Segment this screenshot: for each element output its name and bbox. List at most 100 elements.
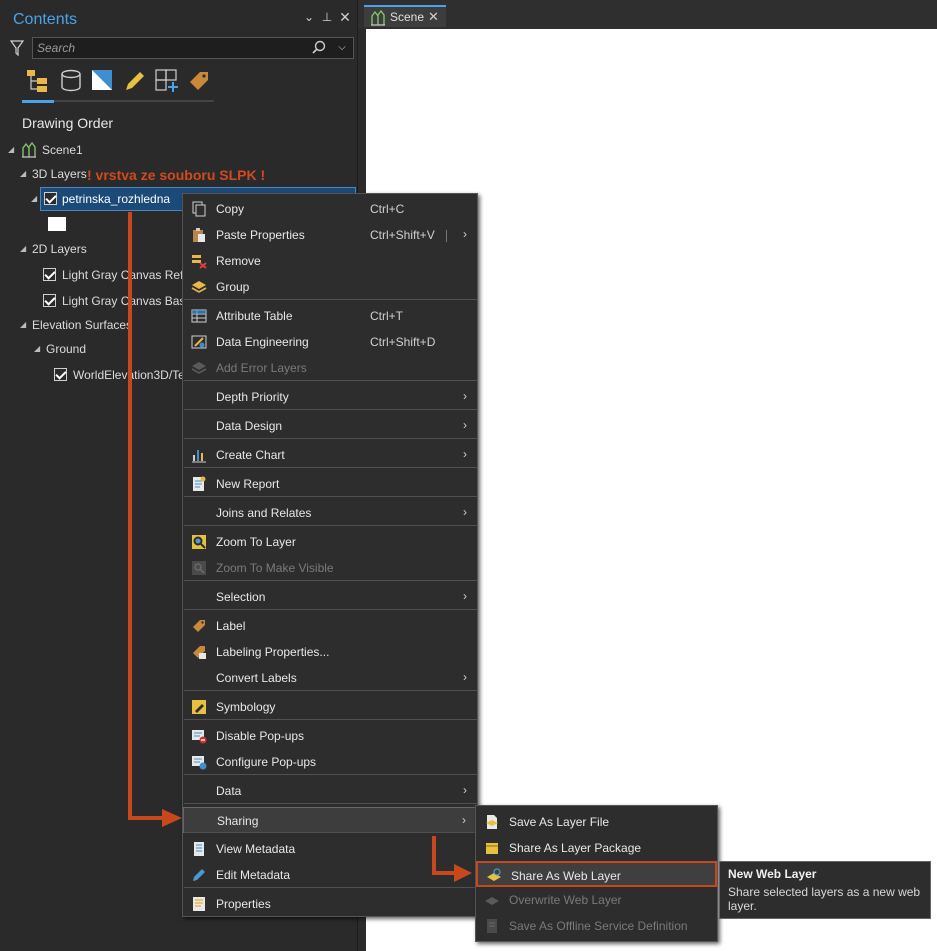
- menu-item-configure-popups[interactable]: Configure Pop-ups: [183, 749, 477, 775]
- menu-item-depth-priority[interactable]: Depth Priority ›: [183, 384, 477, 410]
- menu-item-label[interactable]: Label: [183, 613, 477, 639]
- collapse-caret-icon[interactable]: ◢: [20, 315, 30, 335]
- menu-separator: [184, 380, 478, 381]
- filter-icon[interactable]: [10, 40, 24, 56]
- submenu-chevron-icon: ›: [462, 813, 466, 827]
- drawing-order-heading: Drawing Order: [22, 115, 114, 131]
- pane-options-icon[interactable]: ⌄: [302, 10, 316, 24]
- menu-item-copy[interactable]: Copy Ctrl+C: [183, 196, 477, 222]
- submenu-item-label: Share As Layer Package: [509, 841, 642, 855]
- menu-separator: [184, 803, 478, 804]
- menu-item-label: Selection: [216, 590, 266, 604]
- disable-popups-icon: [192, 730, 207, 744]
- group-2d-label: 2D Layers: [32, 242, 87, 256]
- menu-item-label: Edit Metadata: [216, 868, 291, 882]
- menu-item-new-report[interactable]: New Report: [183, 471, 477, 497]
- menu-item-disable-popups[interactable]: Disable Pop-ups: [183, 723, 477, 749]
- layer-visibility-checkbox[interactable]: [43, 268, 56, 281]
- layer-visibility-checkbox[interactable]: [43, 294, 56, 307]
- submenu-chevron-icon: ›: [463, 389, 467, 403]
- menu-item-label: Data: [216, 784, 242, 798]
- search-options-chevron-icon[interactable]: ⌵: [335, 40, 349, 56]
- annotation-arrow-line: [128, 212, 132, 820]
- tooltip-body: Share selected layers as a new web layer…: [728, 885, 921, 913]
- menu-item-selection[interactable]: Selection ›: [183, 584, 477, 610]
- submenu-chevron-icon: ›: [463, 589, 467, 603]
- menu-item-label: Labeling Properties...: [216, 645, 330, 659]
- collapse-caret-icon[interactable]: ◢: [34, 339, 44, 359]
- menu-separator: [184, 832, 478, 833]
- menu-item-sharing[interactable]: Sharing ›: [183, 807, 477, 833]
- submenu-chevron-icon: ›: [463, 505, 467, 519]
- submenu-chevron-icon: ›: [463, 783, 467, 797]
- labeling-tag-icon[interactable]: [186, 68, 212, 94]
- pin-icon[interactable]: ⊥: [320, 10, 334, 24]
- layer-file-icon: [486, 815, 498, 829]
- menu-separator: [184, 299, 478, 300]
- menu-item-label: Data Engineering: [216, 335, 309, 349]
- remove-icon: [192, 255, 207, 269]
- layer-symbol-swatch[interactable]: [48, 217, 66, 231]
- menu-item-group[interactable]: Group: [183, 274, 477, 300]
- menu-item-symbology[interactable]: Symbology: [183, 694, 477, 720]
- tooltip-title: New Web Layer: [728, 867, 817, 881]
- menu-separator: [184, 719, 478, 720]
- selection-icon[interactable]: [90, 68, 116, 94]
- collapse-caret-icon[interactable]: ◢: [31, 189, 41, 209]
- submenu-item-label: Save As Offline Service Definition: [509, 919, 688, 933]
- menu-item-label: Paste Properties: [216, 228, 305, 242]
- submenu-item-share-layer-package[interactable]: Share As Layer Package: [476, 835, 717, 861]
- contents-view-tabs: [22, 66, 214, 103]
- menu-item-label: Symbology: [216, 700, 276, 714]
- menu-item-create-chart[interactable]: Create Chart ›: [183, 442, 477, 468]
- submenu-item-share-web-layer[interactable]: Share As Web Layer: [476, 861, 717, 887]
- drawing-order-icon[interactable]: [25, 68, 51, 94]
- scene-tab-label: Scene: [390, 10, 425, 24]
- submenu-item-label: Overwrite Web Layer: [509, 893, 622, 907]
- menu-item-label: Properties: [216, 897, 271, 911]
- collapse-caret-icon[interactable]: ◢: [20, 239, 30, 259]
- layer-context-menu: Copy Ctrl+C Paste Properties Ctrl+Shift+…: [182, 193, 478, 917]
- search-icon[interactable]: [311, 40, 327, 56]
- tab-scene[interactable]: Scene ✕: [364, 5, 446, 27]
- menu-item-label: Label: [216, 619, 246, 633]
- menu-item-label: Configure Pop-ups: [216, 755, 317, 769]
- collapse-caret-icon[interactable]: ◢: [20, 164, 30, 184]
- layer-visibility-checkbox[interactable]: [44, 192, 57, 205]
- annotation-arrow-line: [432, 836, 436, 874]
- menu-item-attribute-table[interactable]: Attribute Table Ctrl+T: [183, 303, 477, 329]
- properties-icon: [193, 897, 205, 911]
- collapse-caret-icon[interactable]: ◢: [8, 140, 18, 160]
- close-tab-icon[interactable]: ✕: [428, 9, 439, 25]
- menu-item-add-error-layers: Add Error Layers: [183, 355, 477, 381]
- close-pane-icon[interactable]: ✕: [338, 9, 352, 26]
- editing-pencil-icon[interactable]: [122, 68, 148, 94]
- data-source-icon[interactable]: [58, 68, 84, 94]
- copy-icon: [192, 201, 206, 217]
- menu-item-joins-relates[interactable]: Joins and Relates ›: [183, 500, 477, 526]
- menu-item-data-engineering[interactable]: Data Engineering Ctrl+Shift+D: [183, 329, 477, 355]
- data-engineering-icon: [191, 335, 207, 349]
- submenu-item-save-layer-file[interactable]: Save As Layer File: [476, 809, 717, 835]
- scene-tab-bar: Scene ✕: [358, 0, 937, 29]
- snapping-icon[interactable]: [154, 68, 180, 94]
- active-tab-indicator: [22, 100, 54, 103]
- menu-separator: [184, 690, 478, 691]
- menu-item-paste-properties[interactable]: Paste Properties Ctrl+Shift+V ›: [183, 222, 477, 248]
- menu-item-labeling-properties[interactable]: Labeling Properties...: [183, 639, 477, 665]
- shortcut-label: Ctrl+C: [370, 202, 405, 216]
- annotation-text: ! vrstva ze souboru SLPK !: [87, 167, 266, 183]
- menu-item-convert-labels[interactable]: Convert Labels ›: [183, 665, 477, 691]
- layer-visibility-checkbox[interactable]: [54, 368, 67, 381]
- service-definition-icon: [487, 919, 497, 933]
- menu-item-data-design[interactable]: Data Design ›: [183, 413, 477, 439]
- zoom-to-layer-icon: [192, 535, 206, 549]
- menu-separator: [184, 438, 478, 439]
- menu-item-properties[interactable]: Properties: [183, 891, 477, 917]
- shortcut-label: Ctrl+Shift+V: [370, 228, 435, 242]
- menu-item-data[interactable]: Data ›: [183, 778, 477, 804]
- submenu-chevron-icon[interactable]: ›: [463, 227, 467, 241]
- menu-item-zoom-to-layer[interactable]: Zoom To Layer: [183, 529, 477, 555]
- search-input[interactable]: [37, 40, 307, 56]
- menu-item-remove[interactable]: Remove: [183, 248, 477, 274]
